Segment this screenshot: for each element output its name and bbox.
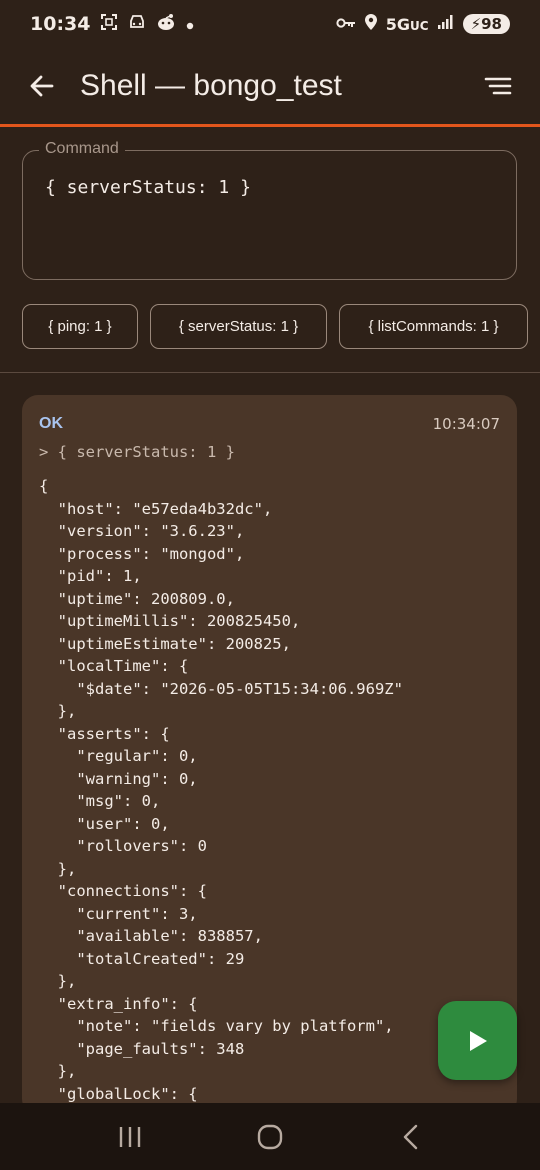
output-line: "host": "e57eda4b32dc", [39,499,273,518]
output-line: "uptimeEstimate": 200825, [39,634,291,653]
output-line: }, [39,972,77,990]
reddit-icon [156,13,176,35]
signal-icon [437,14,455,34]
output-line: "$date": "2026-05-05T15:34:06.969Z" [39,679,403,698]
recents-button[interactable] [100,1112,160,1162]
accent-divider [0,124,540,127]
output-line: "version": "3.6.23", [39,522,245,540]
recents-icon [119,1126,141,1147]
arrow-left-icon [30,75,54,97]
back-button[interactable] [22,66,62,106]
result-timestamp: 10:34:07 [432,415,500,433]
system-nav-bar [0,1103,540,1170]
output-line: "localTime": { [39,657,189,675]
home-button[interactable] [240,1112,300,1162]
output-line: "uptimeMillis": 200825450, [39,612,301,630]
back-nav-button[interactable] [380,1112,440,1162]
command-label: Command [39,140,125,158]
chevron-left-icon [403,1124,418,1149]
sort-menu-button[interactable] [478,66,518,106]
app-bar: Shell — bongo_test [0,48,540,124]
play-icon [469,1030,487,1051]
command-value[interactable]: { serverStatus: 1 } [45,177,251,198]
output-line: "totalCreated": 29 [39,949,245,968]
output-line: }, [39,702,77,720]
run-button[interactable] [438,1001,517,1080]
chip-list-commands[interactable]: { listCommands: 1 } [339,304,528,349]
battery-level: 98 [481,15,502,33]
network-label: 5GUC [385,14,429,34]
output-line: "globalLock": { [39,1084,198,1103]
result-output: { "host": "e57eda4b32dc", "version": "3.… [39,475,509,1105]
output-line: "current": 3, [39,904,198,923]
output-line: "user": 0, [39,814,170,833]
home-icon [257,1124,283,1149]
status-badge: OK [39,415,63,432]
key-icon [336,15,356,34]
chip-server-status[interactable]: { serverStatus: 1 } [150,304,327,349]
output-line: "asserts": { [39,724,170,743]
output-line: { [39,477,49,495]
command-input[interactable]: Command { serverStatus: 1 } [22,140,517,280]
dot-icon [186,15,194,34]
quick-command-chips: { ping: 1 } { serverStatus: 1 } { listCo… [22,304,540,349]
output-line: "regular": 0, [39,747,198,765]
chip-ping[interactable]: { ping: 1 } [22,304,138,349]
status-bar: 10:34 5GUC ⚡98 [0,0,540,48]
screenshot-icon [100,13,118,35]
battery-charging-icon: ⚡98 [462,14,510,34]
output-line: "process": "mongod", [39,544,245,563]
command-echo: > { serverStatus: 1 } [39,443,235,461]
output-line: "pid": 1, [39,567,142,585]
sort-lines-icon [484,77,512,95]
output-line: "connections": { [39,882,207,900]
page-title: Shell — bongo_test [80,69,342,102]
output-line: "available": 838857, [39,927,263,945]
output-line: "uptime": 200809.0, [39,589,235,608]
output-line: }, [39,859,77,878]
location-icon [364,13,378,35]
section-divider [0,372,540,373]
output-line: "rollovers": 0 [39,837,207,855]
status-time: 10:34 [30,13,91,35]
car-icon [128,14,146,34]
output-line: "msg": 0, [39,792,161,810]
output-line: "warning": 0, [39,769,198,788]
